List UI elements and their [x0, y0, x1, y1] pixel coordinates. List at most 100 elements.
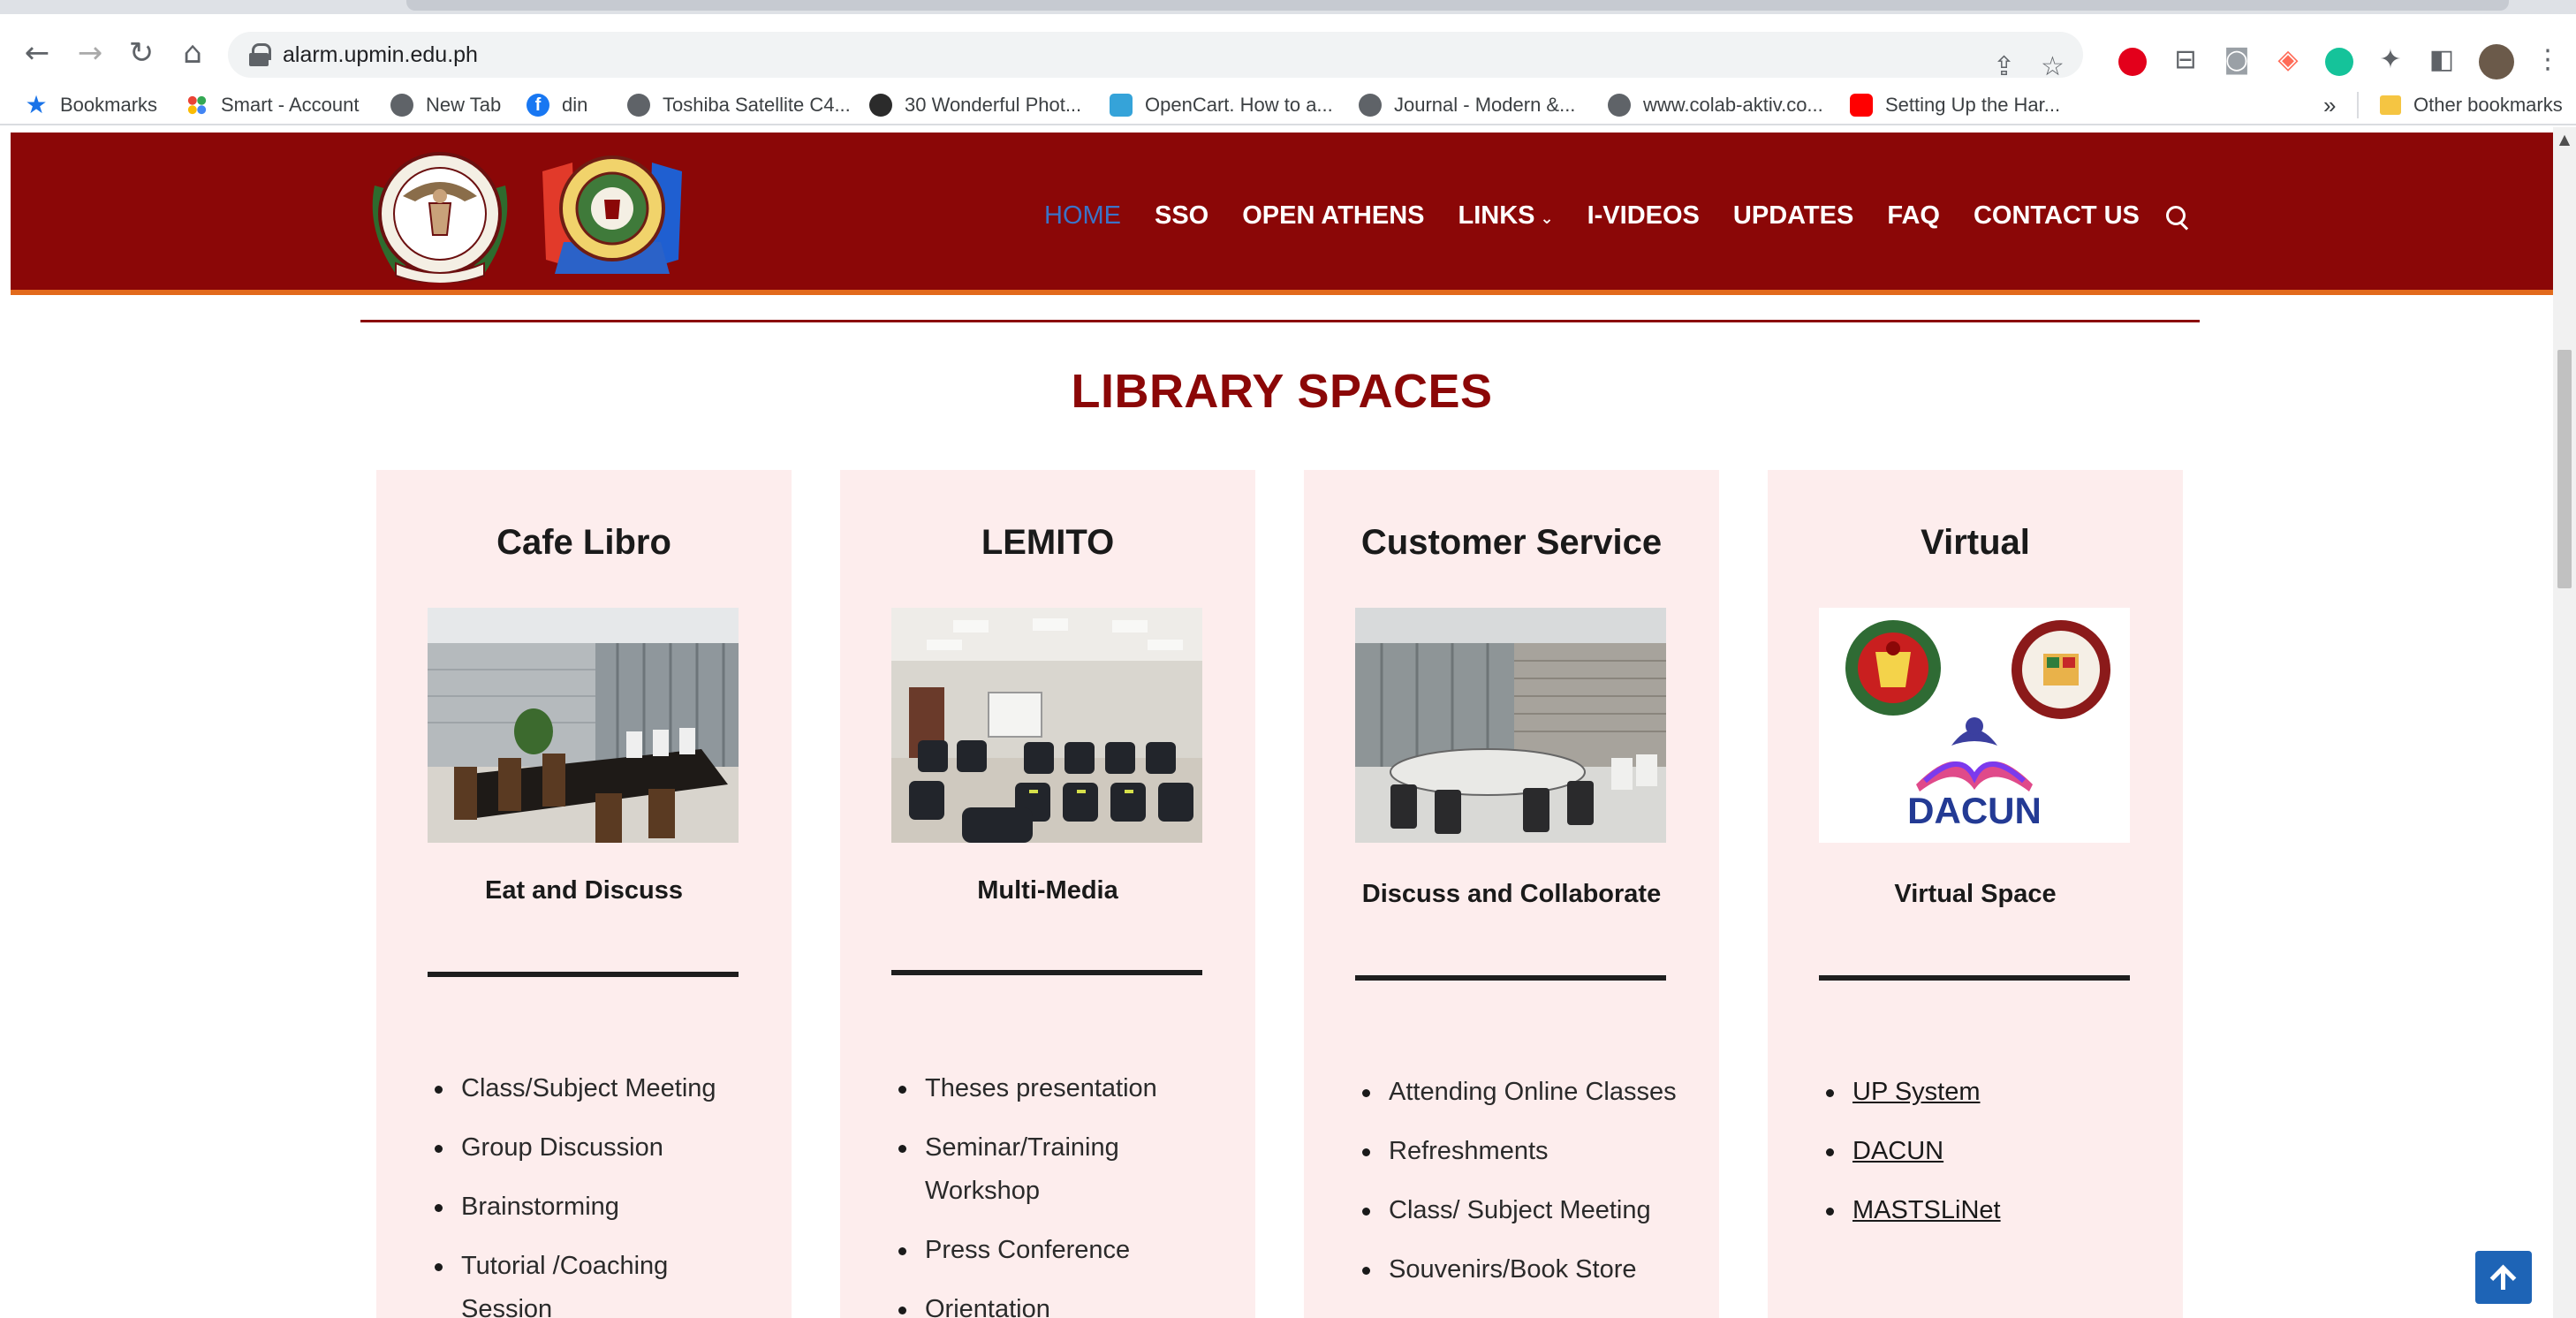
scrollbar-thumb[interactable]: [2557, 350, 2572, 588]
search-icon[interactable]: [2164, 202, 2191, 229]
bookmark-item[interactable]: New Tab: [390, 90, 501, 120]
list-item: Attending Online Classes: [1357, 1071, 1693, 1114]
other-bookmarks-label: Other bookmarks: [2413, 94, 2563, 116]
card-title: LEMITO: [981, 523, 1115, 562]
nav-links-label: LINKS: [1458, 201, 1535, 230]
nav-open-athens[interactable]: OPEN ATHENS: [1242, 201, 1424, 231]
list-item: Orientation: [893, 1288, 1229, 1318]
nav-i-videos[interactable]: I-VIDEOS: [1587, 201, 1700, 231]
card-subtitle: Eat and Discuss: [484, 876, 684, 905]
home-icon[interactable]: ⌂: [175, 35, 210, 71]
globe-icon: [390, 94, 413, 117]
opera-extension-icon[interactable]: [2118, 48, 2147, 76]
bookmark-item[interactable]: Setting Up the Har...: [1850, 90, 2060, 120]
recorder-extension-icon[interactable]: ◈: [2272, 44, 2304, 76]
bookmark-item[interactable]: f din: [527, 90, 587, 120]
space-card-cafe-libro: Cafe Libro Eat and Discuss Class/Subject…: [376, 470, 792, 1318]
list-item: UP System: [1821, 1071, 2156, 1114]
globe-icon: [1608, 94, 1631, 117]
nav-home[interactable]: HOME: [1044, 201, 1121, 231]
section-divider: [360, 320, 2200, 322]
bookmark-item[interactable]: ★ Bookmarks: [25, 90, 157, 120]
camera-extension-icon[interactable]: ◙: [2221, 44, 2253, 76]
mastslinet-link[interactable]: MASTSLiNet: [1852, 1196, 2001, 1224]
cafe-libro-photo: [428, 608, 739, 843]
opencart-icon: [1110, 94, 1133, 117]
folder-icon: [2380, 95, 2401, 115]
more-bookmarks-chevron[interactable]: »: [2323, 90, 2336, 120]
facebook-icon: f: [527, 94, 549, 117]
mastslinet-seal-icon: [2012, 620, 2110, 719]
card-feature-list: Attending Online Classes Refreshments Cl…: [1357, 1071, 1693, 1307]
star-icon: ★: [25, 90, 48, 119]
site-header: HOME SSO OPEN ATHENS LINKS ⌄ I-VIDEOS UPD…: [11, 133, 2553, 295]
customer-service-photo: [1355, 608, 1666, 843]
bookmark-label: Smart - Account: [221, 94, 360, 116]
nav-updates[interactable]: UPDATES: [1733, 201, 1853, 231]
globe-icon: [1359, 94, 1382, 117]
up-mindanao-seal-logo[interactable]: [360, 150, 519, 283]
bookmark-label: din: [562, 94, 588, 116]
lock-icon[interactable]: [249, 43, 271, 66]
nav-contact-us[interactable]: CONTACT US: [1974, 201, 2140, 231]
youtube-icon: [1850, 94, 1873, 117]
reload-icon[interactable]: ↻: [124, 35, 159, 71]
address-bar[interactable]: alarm.upmin.edu.ph ⇪ ☆: [228, 32, 2083, 82]
bookmark-item[interactable]: Smart - Account: [186, 90, 360, 120]
other-bookmarks[interactable]: Other bookmarks: [2380, 90, 2563, 120]
list-item: Class/ Subject Meeting: [1357, 1189, 1693, 1232]
bookmark-item[interactable]: www.colab-aktiv.co...: [1608, 90, 1823, 120]
bookmark-label: New Tab: [426, 94, 502, 116]
card-title: Virtual: [1921, 523, 2030, 562]
side-panel-icon[interactable]: ◧: [2426, 44, 2458, 76]
nav-faq[interactable]: FAQ: [1887, 201, 1940, 231]
tab-strip-edge: [406, 0, 2509, 11]
list-item: Refreshments: [1357, 1130, 1693, 1173]
bookmark-star-icon[interactable]: ☆: [2041, 51, 2065, 82]
card-subtitle: Virtual Space: [1894, 880, 2057, 908]
list-item: Brainstorming: [429, 1185, 765, 1229]
space-card-virtual: Virtual DACUN Virtual Space UP System DA…: [1768, 470, 2183, 1318]
list-item: DACUN: [1821, 1130, 2156, 1173]
profile-avatar[interactable]: [2479, 44, 2514, 80]
up-system-seal-icon: [1845, 620, 1941, 716]
back-to-top-button[interactable]: [2475, 1251, 2532, 1304]
library-seal-logo[interactable]: [537, 145, 687, 277]
dacun-link[interactable]: DACUN: [1852, 1137, 1943, 1165]
globe-icon: [627, 94, 650, 117]
list-item: MASTSLiNet: [1821, 1189, 2156, 1232]
bookmark-label: 30 Wonderful Phot...: [905, 94, 1082, 116]
scroll-up-arrow-icon[interactable]: ▲: [2553, 131, 2576, 152]
nav-links[interactable]: LINKS ⌄: [1458, 201, 1554, 231]
bookmark-label: Bookmarks: [60, 94, 158, 116]
browser-chrome: ← → ↻ ⌂ alarm.upmin.edu.ph ⇪ ☆ ⊟ ◙ ◈ ✦ ◧…: [0, 0, 2576, 127]
bookmark-label: www.colab-aktiv.co...: [1643, 94, 1823, 116]
bookmark-item[interactable]: Toshiba Satellite C4...: [627, 90, 851, 120]
nav-sso[interactable]: SSO: [1155, 201, 1208, 231]
dots-icon: [186, 94, 208, 117]
up-system-link[interactable]: UP System: [1852, 1078, 1981, 1106]
bookmark-label: OpenCart. How to a...: [1145, 94, 1333, 116]
tab-manager-extension-icon[interactable]: ⊟: [2170, 44, 2201, 76]
space-card-customer-service: Customer Service Discuss and Collaborate: [1304, 470, 1719, 1318]
card-feature-list: Class/Subject Meeting Group Discussion B…: [429, 1067, 765, 1318]
card-title: Customer Service: [1360, 523, 1663, 562]
card-rule: [1819, 975, 2130, 981]
grammarly-extension-icon[interactable]: [2325, 48, 2353, 76]
bookmark-item[interactable]: 30 Wonderful Phot...: [869, 90, 1081, 120]
bookmark-label: Toshiba Satellite C4...: [663, 94, 851, 116]
list-item: Press Conference: [893, 1229, 1229, 1272]
chevron-down-icon: ⌄: [1540, 208, 1554, 228]
forward-arrow-icon[interactable]: →: [72, 35, 108, 71]
share-icon[interactable]: ⇪: [1993, 51, 2015, 82]
extensions-puzzle-icon[interactable]: ✦: [2375, 44, 2406, 76]
bookmark-label: Journal - Modern &...: [1394, 94, 1576, 116]
back-arrow-icon[interactable]: ←: [19, 35, 55, 71]
web-page: HOME SSO OPEN ATHENS LINKS ⌄ I-VIDEOS UPD…: [11, 127, 2553, 1318]
bookmark-item[interactable]: Journal - Modern &...: [1359, 90, 1575, 120]
page-scrollbar[interactable]: ▲: [2553, 127, 2576, 1318]
menu-kebab-icon[interactable]: ⋮: [2532, 44, 2564, 76]
bookmark-item[interactable]: OpenCart. How to a...: [1110, 90, 1333, 120]
space-card-lemito: LEMITO Multi-Media Theses presentation S…: [840, 470, 1255, 1318]
card-rule: [891, 970, 1202, 975]
